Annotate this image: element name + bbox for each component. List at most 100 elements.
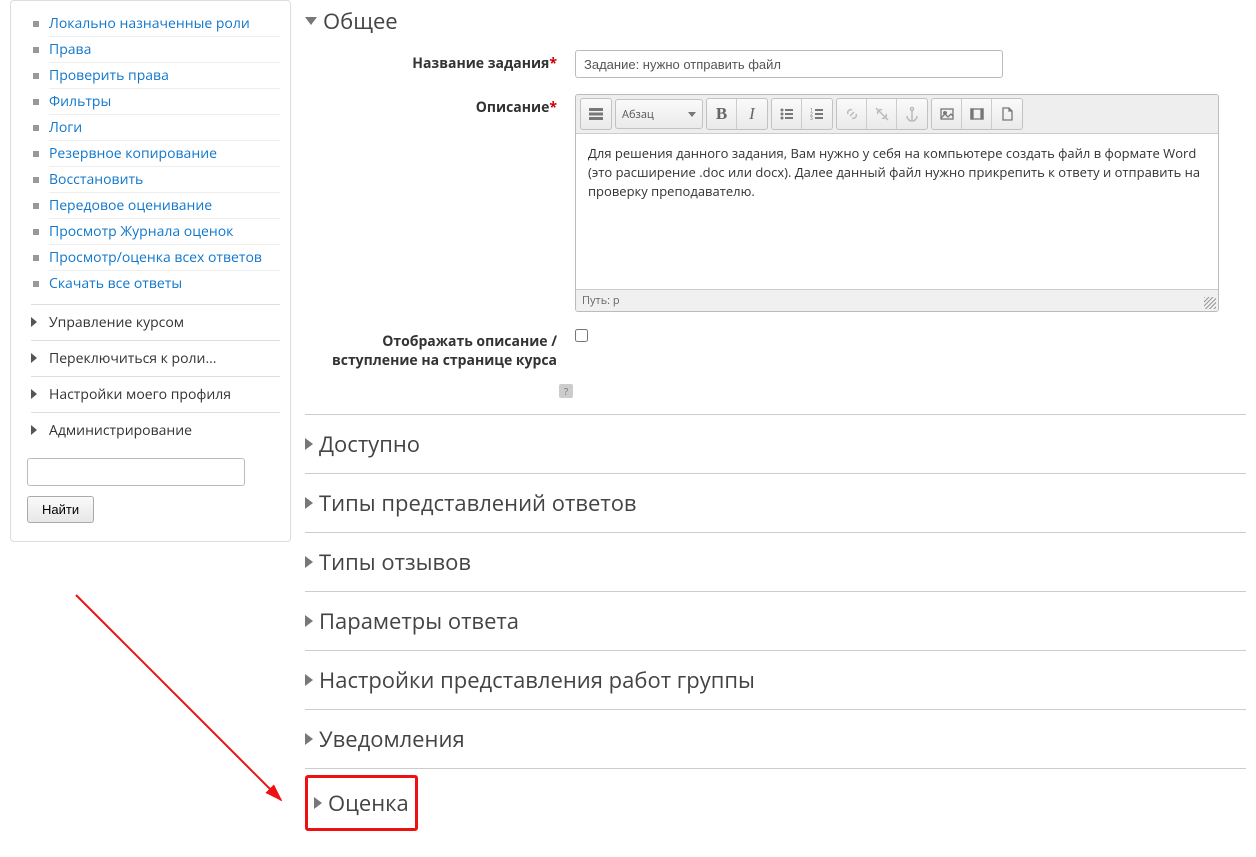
section-header-feedback-types[interactable]: Типы отзывов [305,533,1246,591]
section-title: Оценка [328,788,409,818]
nav-item: Скачать все ответы [49,270,280,296]
nav-link-roles[interactable]: Локально назначенные роли [49,14,250,33]
section-group-submission: Настройки представления работ группы [305,651,1246,710]
section-header-grade[interactable]: Оценка [314,780,409,826]
search-row: Найти [21,458,280,523]
chevron-right-icon [314,797,322,809]
chevron-right-icon [305,615,313,627]
format-label: Абзац [622,107,654,122]
chevron-right-icon [305,438,313,450]
format-select[interactable]: Абзац [615,99,703,129]
bullet-list-button[interactable] [772,99,802,129]
annotation-highlight: Оценка [305,775,418,831]
section-title: Параметры ответа [319,606,519,636]
nav-item: Проверить права [49,62,280,88]
nav-item: Просмотр/оценка всех ответов [49,244,280,270]
nav-link-filters[interactable]: Фильтры [49,92,111,111]
main-content: Общее Название задания* Описание* [291,0,1256,857]
nav-item: Локально назначенные роли [49,11,280,36]
editor-path-text: Путь: p [582,293,620,308]
nav-link-logs[interactable]: Логи [49,118,82,137]
label-showdescription: Отображать описание / вступление на стра… [305,328,575,370]
section-title: Общее [323,6,398,36]
nav-link-permissions[interactable]: Права [49,40,91,59]
section-body-general: Название задания* Описание* [305,42,1246,414]
nav-link-checkperm[interactable]: Проверить права [49,66,169,85]
required-mark: * [549,98,557,117]
nav-item: Передовое оценивание [49,192,280,218]
section-header-availability[interactable]: Доступно [305,415,1246,473]
chevron-right-icon [305,556,313,568]
nav-item: Восстановить [49,166,280,192]
nav-list: Локально назначенные роли Права Проверит… [21,11,280,296]
sidebar: Локально назначенные роли Права Проверит… [0,0,291,857]
editor-toolbar: Абзац B I [576,95,1218,134]
section-title: Настройки представления работ группы [319,665,755,695]
section-availability: Доступно [305,415,1246,474]
image-button[interactable] [932,99,962,129]
svg-text:3: 3 [810,116,813,122]
chevron-down-icon [688,112,696,117]
unlink-button[interactable] [867,99,897,129]
nav-link-gradebook[interactable]: Просмотр Журнала оценок [49,222,233,241]
nav-link-download[interactable]: Скачать все ответы [49,274,182,293]
chevron-down-icon [305,17,317,25]
section-header-submission-types[interactable]: Типы представлений ответов [305,474,1246,532]
section-feedback-types: Типы отзывов [305,533,1246,592]
section-title: Типы представлений ответов [319,488,637,518]
required-mark: * [549,54,557,73]
label-description: Описание* [305,94,575,117]
field-showdescription [575,328,1246,370]
section-header-submission-settings[interactable]: Параметры ответа [305,592,1246,650]
assignment-name-input[interactable] [575,50,1003,78]
search-button[interactable]: Найти [27,496,94,523]
tree-item-switchrole[interactable]: Переключиться к роли... [31,340,280,376]
help-icon[interactable]: ? [559,384,573,398]
link-button[interactable] [837,99,867,129]
numbered-list-button[interactable]: 123 [802,99,832,129]
chevron-right-icon [305,497,313,509]
section-header-group-submission[interactable]: Настройки представления работ группы [305,651,1246,709]
label-name: Название задания* [305,50,575,78]
nav-link-viewall[interactable]: Просмотр/оценка всех ответов [49,248,262,267]
media-button[interactable] [962,99,992,129]
field-name [575,50,1246,78]
section-title: Уведомления [319,724,465,754]
editor-path-bar: Путь: p [576,289,1218,311]
file-button[interactable] [992,99,1022,129]
search-input[interactable] [27,458,245,486]
chevron-right-icon [305,733,313,745]
section-notifications: Уведомления [305,710,1246,769]
editor-textarea[interactable]: Для решения данного задания, Вам нужно у… [576,134,1218,289]
nav-tree: Управление курсом Переключиться к роли..… [21,304,280,448]
section-title: Доступно [319,429,420,459]
tree-item-profile[interactable]: Настройки моего профиля [31,376,280,412]
section-general: Общее Название задания* Описание* [305,0,1246,415]
section-header-notifications[interactable]: Уведомления [305,710,1246,768]
resize-grip-icon[interactable] [1204,297,1216,309]
nav-block: Локально назначенные роли Права Проверит… [10,0,291,542]
anchor-button[interactable] [897,99,927,129]
nav-item: Просмотр Журнала оценок [49,218,280,244]
section-grade: Оценка [305,769,1246,837]
italic-button[interactable]: I [737,99,767,129]
bold-button[interactable]: B [707,99,737,129]
row-showdescription: Отображать описание / вступление на стра… [305,320,1246,378]
nav-item: Права [49,36,280,62]
rich-text-editor: Абзац B I [575,94,1219,312]
nav-link-restore[interactable]: Восстановить [49,170,143,189]
toolbar-toggle-button[interactable] [581,99,611,129]
section-header-general[interactable]: Общее [305,0,1246,42]
nav-link-backup[interactable]: Резервное копирование [49,144,217,163]
tree-item-course[interactable]: Управление курсом [31,304,280,340]
section-submission-types: Типы представлений ответов [305,474,1246,533]
tree-item-admin[interactable]: Администрирование [31,412,280,448]
section-submission-settings: Параметры ответа [305,592,1246,651]
field-description: Абзац B I [575,94,1246,312]
nav-item: Логи [49,114,280,140]
nav-link-advgrading[interactable]: Передовое оценивание [49,196,212,215]
nav-item: Фильтры [49,88,280,114]
section-title: Типы отзывов [319,547,471,577]
row-name: Название задания* [305,42,1246,86]
showdescription-checkbox[interactable] [575,329,588,342]
